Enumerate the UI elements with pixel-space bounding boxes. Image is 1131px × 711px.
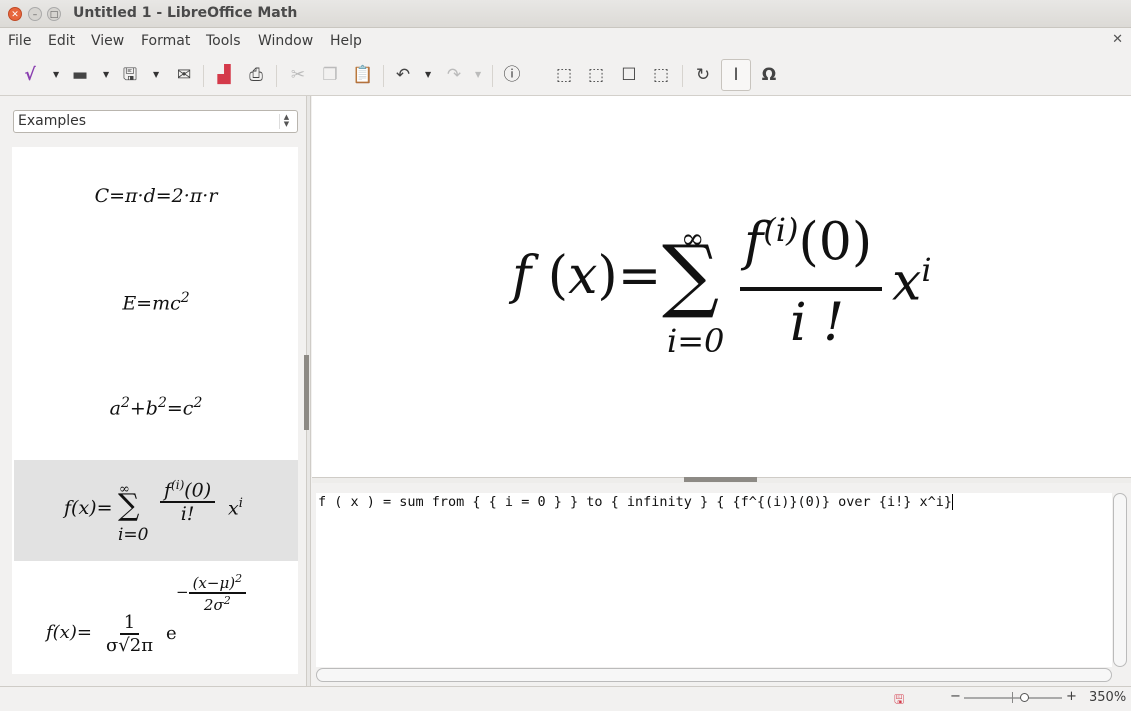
redo-icon[interactable]: ↷	[442, 63, 466, 87]
formula-lhs: f (x)=	[512, 246, 662, 306]
fraction-numerator: f(i)(0)	[744, 211, 873, 273]
formula-power: xi	[892, 251, 932, 313]
zoom-out-button[interactable]: −	[950, 689, 961, 704]
chevron-down-icon[interactable]: ▼	[53, 63, 59, 87]
minimize-window-button[interactable]: –	[28, 7, 42, 21]
title-bar: ✕ – □ Untitled 1 - LibreOffice Math	[0, 0, 1131, 28]
menu-help[interactable]: Help	[330, 33, 362, 49]
window-title: Untitled 1 - LibreOffice Math	[73, 5, 298, 21]
export-pdf-icon[interactable]: ▟	[212, 63, 236, 87]
close-window-button[interactable]: ✕	[8, 7, 22, 21]
separator	[492, 65, 493, 87]
formula-command-input[interactable]: f ( x ) = sum from { { i = 0 } } to { in…	[316, 493, 1112, 667]
menu-bar: File Edit View Format Tools Window Help …	[0, 28, 1131, 55]
paste-icon[interactable]: 📋	[351, 63, 375, 87]
zoom-out-icon[interactable]: ⬚	[584, 63, 608, 87]
command-editor: f ( x ) = sum from { { i = 0 } } to { in…	[312, 483, 1131, 686]
menu-format[interactable]: Format	[141, 33, 190, 49]
zoom-100-icon[interactable]: ⬚	[649, 63, 673, 87]
elements-panel: Examples ▲ ▼ C=π·d=2·π·r E=mc2 a2+b2=c2 f…	[0, 96, 306, 686]
formula-cursor-info-icon[interactable]: ⓘ	[500, 63, 524, 87]
sum-symbol: ∑	[662, 228, 720, 321]
maximize-window-button[interactable]: □	[47, 7, 61, 21]
text-caret	[951, 494, 953, 510]
separator	[383, 65, 384, 87]
chevron-down-icon[interactable]: ▼	[103, 63, 109, 87]
close-document-icon[interactable]: ✕	[1112, 32, 1123, 47]
dropdown-value: Examples	[18, 113, 87, 129]
splitter-handle[interactable]	[304, 355, 309, 430]
menu-edit[interactable]: Edit	[48, 33, 75, 49]
zoom-slider-center-mark	[1012, 692, 1013, 703]
show-all-icon[interactable]: ☐	[617, 63, 641, 87]
formula-icon[interactable]: √	[18, 63, 42, 87]
example-circumference[interactable]: C=π·d=2·π·r	[14, 185, 298, 207]
example-gaussian[interactable]: f(x)= 1 σ√2π e − (x−μ)2 2σ2	[14, 567, 298, 667]
zoom-in-button[interactable]: +	[1066, 689, 1077, 704]
email-icon[interactable]: ✉	[172, 63, 196, 87]
vertical-scrollbar[interactable]	[1113, 493, 1127, 667]
chevron-down-icon[interactable]: ▼	[475, 63, 481, 87]
example-taylor-series[interactable]: f(x)= ∞ ∑ i=0 f(i)(0) i! xi	[14, 460, 298, 561]
separator	[276, 65, 277, 87]
spin-arrows-icon: ▲ ▼	[279, 114, 293, 129]
separator	[682, 65, 683, 87]
chevron-down-icon[interactable]: ▼	[153, 63, 159, 87]
cut-icon[interactable]: ✂	[286, 63, 310, 87]
formula-cursor-icon[interactable]: I	[721, 59, 751, 91]
toolbar: √ ▼ ▬ ▼ 🖫 ▼ ✉ ▟ ⎙ ✂ ❐ 📋 ↶ ▼ ↷ ▼ ⓘ ⬚ ⬚ ☐ …	[0, 55, 1131, 96]
examples-list[interactable]: C=π·d=2·π·r E=mc2 a2+b2=c2 f(x)= ∞ ∑ i=0…	[12, 147, 298, 674]
save-icon[interactable]: 🖫	[118, 63, 142, 87]
symbols-icon[interactable]: Ω	[757, 63, 781, 87]
horizontal-scrollbar[interactable]	[316, 668, 1112, 682]
formula-preview[interactable]: f (x)= ∞ ∑ i=0 f(i)(0) i ! xi	[312, 96, 1131, 477]
update-icon[interactable]: ↻	[691, 63, 715, 87]
elements-dropdown[interactable]: Examples ▲ ▼	[13, 110, 298, 133]
zoom-slider-knob[interactable]	[1019, 693, 1029, 702]
chevron-down-icon[interactable]: ▼	[425, 63, 431, 87]
example-pythagoras[interactable]: a2+b2=c2	[14, 395, 298, 419]
fraction-bar	[740, 287, 882, 291]
zoom-slider[interactable]	[964, 697, 1062, 699]
separator	[203, 65, 204, 87]
zoom-level[interactable]: 350%	[1089, 690, 1126, 705]
open-icon[interactable]: ▬	[68, 63, 92, 87]
splitter-handle[interactable]	[684, 477, 757, 482]
status-bar: 🖫 − + 350%	[0, 686, 1131, 708]
copy-icon[interactable]: ❐	[318, 63, 342, 87]
fraction-denominator: i !	[790, 293, 845, 353]
menu-view[interactable]: View	[91, 33, 124, 49]
menu-file[interactable]: File	[8, 33, 31, 49]
print-icon[interactable]: ⎙	[244, 63, 268, 87]
sum-lower-limit: i=0	[667, 322, 725, 360]
undo-icon[interactable]: ↶	[391, 63, 415, 87]
menu-tools[interactable]: Tools	[206, 33, 241, 49]
zoom-in-icon[interactable]: ⬚	[552, 63, 576, 87]
example-mass-energy[interactable]: E=mc2	[14, 290, 298, 314]
menu-window[interactable]: Window	[258, 33, 313, 49]
